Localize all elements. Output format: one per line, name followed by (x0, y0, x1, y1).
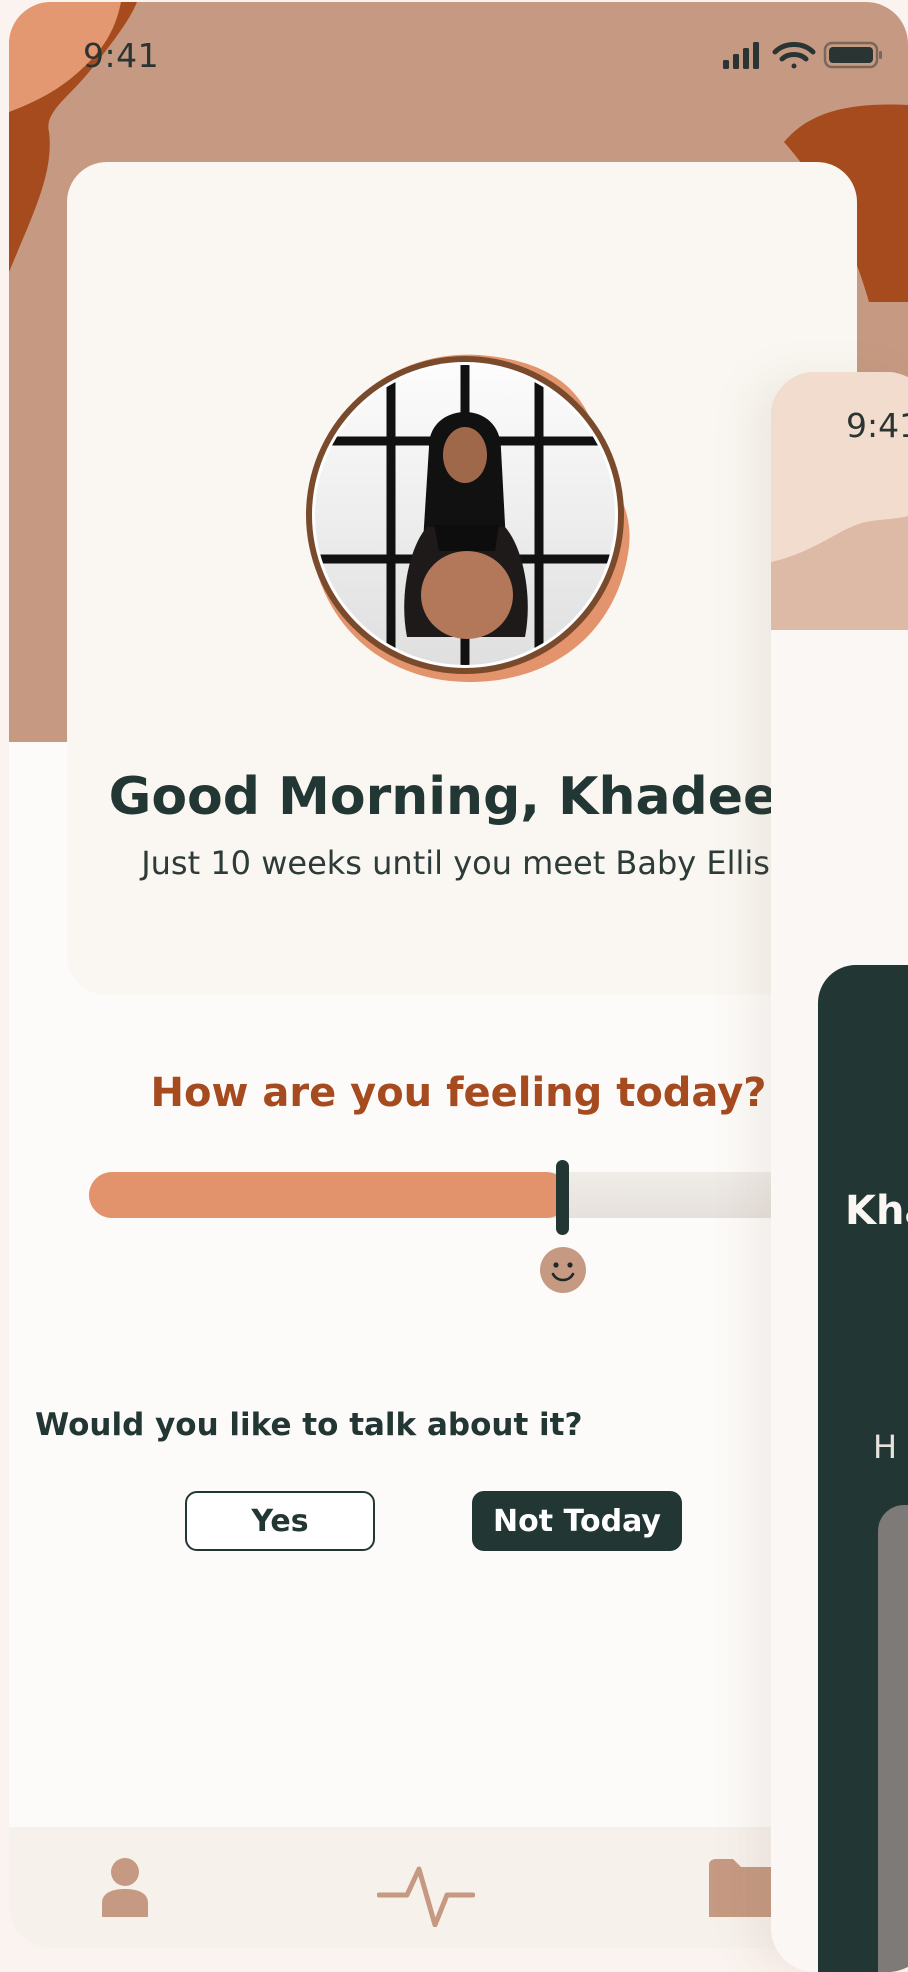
text-fragment: H (873, 1428, 898, 1466)
status-icons (723, 41, 882, 69)
secondary-screen-preview: 9:41 Kha H (771, 372, 908, 1972)
status-time: 9:41 (846, 406, 908, 445)
content-panel (878, 1505, 908, 1972)
slider-fill (89, 1172, 569, 1218)
battery-icon (823, 41, 882, 69)
name-fragment: Kha (845, 1188, 908, 1234)
wifi-icon (772, 42, 816, 69)
status-time: 9:41 (83, 36, 160, 75)
yes-button[interactable]: Yes (185, 1491, 375, 1551)
folder-icon[interactable] (709, 1857, 779, 1917)
activity-icon[interactable] (377, 1865, 475, 1927)
slider-thumb[interactable] (556, 1160, 569, 1235)
due-date-subtitle: Just 10 weeks until you meet Baby Ellis! (141, 844, 783, 882)
profile-card: Good Morning, Khadeen Just 10 weeks unti… (67, 162, 857, 995)
mood-slider[interactable] (89, 1160, 889, 1235)
avatar[interactable] (289, 337, 649, 697)
signal-icon (723, 42, 759, 69)
avatar-photo (306, 354, 630, 682)
greeting-title: Good Morning, Khadeen (108, 767, 816, 827)
not-today-button[interactable]: Not Today (472, 1491, 682, 1551)
smiley-face-icon (540, 1247, 586, 1293)
talk-question: Would you like to talk about it? (35, 1407, 583, 1443)
person-icon[interactable] (100, 1857, 150, 1919)
